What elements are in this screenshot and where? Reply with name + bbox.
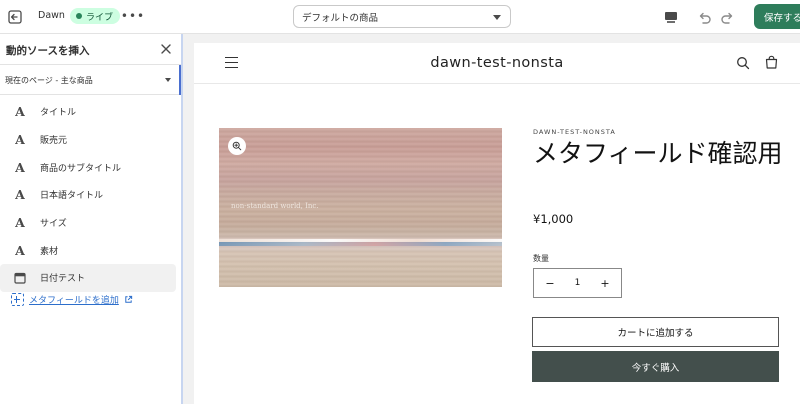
undo-button[interactable] xyxy=(695,8,713,26)
more-actions-button[interactable]: ••• xyxy=(121,6,144,26)
text-A-icon: A xyxy=(15,132,25,148)
panel-header: 動的ソースを挿入 xyxy=(0,34,181,65)
zoom-icon xyxy=(232,141,242,151)
quantity-value[interactable]: 1 xyxy=(575,278,581,288)
cart-icon[interactable] xyxy=(764,55,779,70)
add-metafield-link[interactable]: メタフィールドを追加 xyxy=(11,293,133,306)
quantity-stepper[interactable]: − 1 + xyxy=(533,268,622,298)
product-price: ¥1,000 xyxy=(533,212,574,226)
store-header: dawn-test-nonsta xyxy=(194,43,800,84)
live-badge: ライブ xyxy=(70,8,121,24)
store-preview: dawn-test-nonsta non-standard world, Inc… xyxy=(194,43,800,404)
text-A-icon: A xyxy=(15,215,25,231)
device-preview-button[interactable] xyxy=(662,8,680,26)
redo-icon xyxy=(720,12,732,24)
quantity-label: 数量 xyxy=(533,254,549,263)
text-A-icon: A xyxy=(15,242,25,258)
template-select[interactable]: デフォルトの商品 xyxy=(293,5,511,28)
external-link-icon xyxy=(125,295,132,303)
source-item-label: 日本語タイトル xyxy=(40,191,104,202)
source-item-label: 日付テスト xyxy=(40,274,86,285)
desktop-icon xyxy=(665,11,677,23)
source-item-vendor[interactable]: A 販売元 xyxy=(0,126,176,154)
text-A-icon: A xyxy=(15,187,25,203)
theme-name: Dawn xyxy=(38,10,65,21)
close-icon[interactable] xyxy=(159,42,173,56)
live-dot-icon xyxy=(76,13,82,19)
source-item-subtitle[interactable]: A 商品のサブタイトル xyxy=(0,153,176,181)
chevron-down-icon xyxy=(493,15,501,20)
source-item-label: 販売元 xyxy=(40,136,68,147)
source-scope-select[interactable]: 現在のページ - 主な商品 xyxy=(0,65,181,95)
source-item-size[interactable]: A サイズ xyxy=(0,209,176,237)
undo-icon xyxy=(699,12,711,24)
text-A-icon: A xyxy=(15,159,25,175)
live-badge-label: ライブ xyxy=(86,12,114,23)
editor-topbar: Dawn ライブ ••• デフォルトの商品 保存する xyxy=(0,0,800,34)
template-select-value: デフォルトの商品 xyxy=(302,12,379,24)
buy-now-button[interactable]: 今すぐ購入 xyxy=(532,351,779,382)
add-metafield-label: メタフィールドを追加 xyxy=(29,296,119,306)
exit-icon xyxy=(8,10,22,24)
panel-title: 動的ソースを挿入 xyxy=(6,45,90,57)
source-item-title[interactable]: A タイトル xyxy=(0,98,176,126)
zoom-button[interactable] xyxy=(228,137,246,155)
source-item-material[interactable]: A 素材 xyxy=(0,236,176,264)
source-item-japanese-title[interactable]: A 日本語タイトル xyxy=(0,181,176,209)
exit-button[interactable] xyxy=(4,6,26,28)
add-metafield-icon xyxy=(11,293,24,306)
chevron-down-icon xyxy=(165,78,171,82)
store-name[interactable]: dawn-test-nonsta xyxy=(194,55,800,71)
source-item-label: タイトル xyxy=(40,108,77,119)
source-scope-value: 現在のページ - 主な商品 xyxy=(5,76,93,85)
product-image[interactable]: non-standard world, Inc. xyxy=(219,128,502,287)
dynamic-source-panel: 動的ソースを挿入 現在のページ - 主な商品 A タイトル A 販売元 A 商品… xyxy=(0,34,183,404)
calendar-icon xyxy=(14,272,26,284)
source-item-label: 商品のサブタイトル xyxy=(40,163,122,174)
quantity-plus-button[interactable]: + xyxy=(599,277,611,290)
source-item-label: 素材 xyxy=(40,246,59,257)
image-caption: non-standard world, Inc. xyxy=(231,202,319,210)
source-item-label: サイズ xyxy=(40,219,67,230)
quantity-minus-button[interactable]: − xyxy=(544,277,556,290)
source-item-date-test[interactable]: 日付テスト xyxy=(0,264,176,292)
product-title: メタフィールド確認用 xyxy=(533,139,783,168)
save-button[interactable]: 保存する xyxy=(754,4,800,29)
product-vendor: DAWN-TEST-NONSTA xyxy=(533,128,616,136)
search-icon[interactable] xyxy=(736,56,750,70)
source-list: A タイトル A 販売元 A 商品のサブタイトル A 日本語タイトル A サイズ… xyxy=(0,95,181,292)
image-color-band xyxy=(219,242,502,246)
text-A-icon: A xyxy=(15,104,25,120)
redo-button[interactable] xyxy=(718,8,736,26)
add-to-cart-button[interactable]: カートに追加する xyxy=(532,317,779,347)
